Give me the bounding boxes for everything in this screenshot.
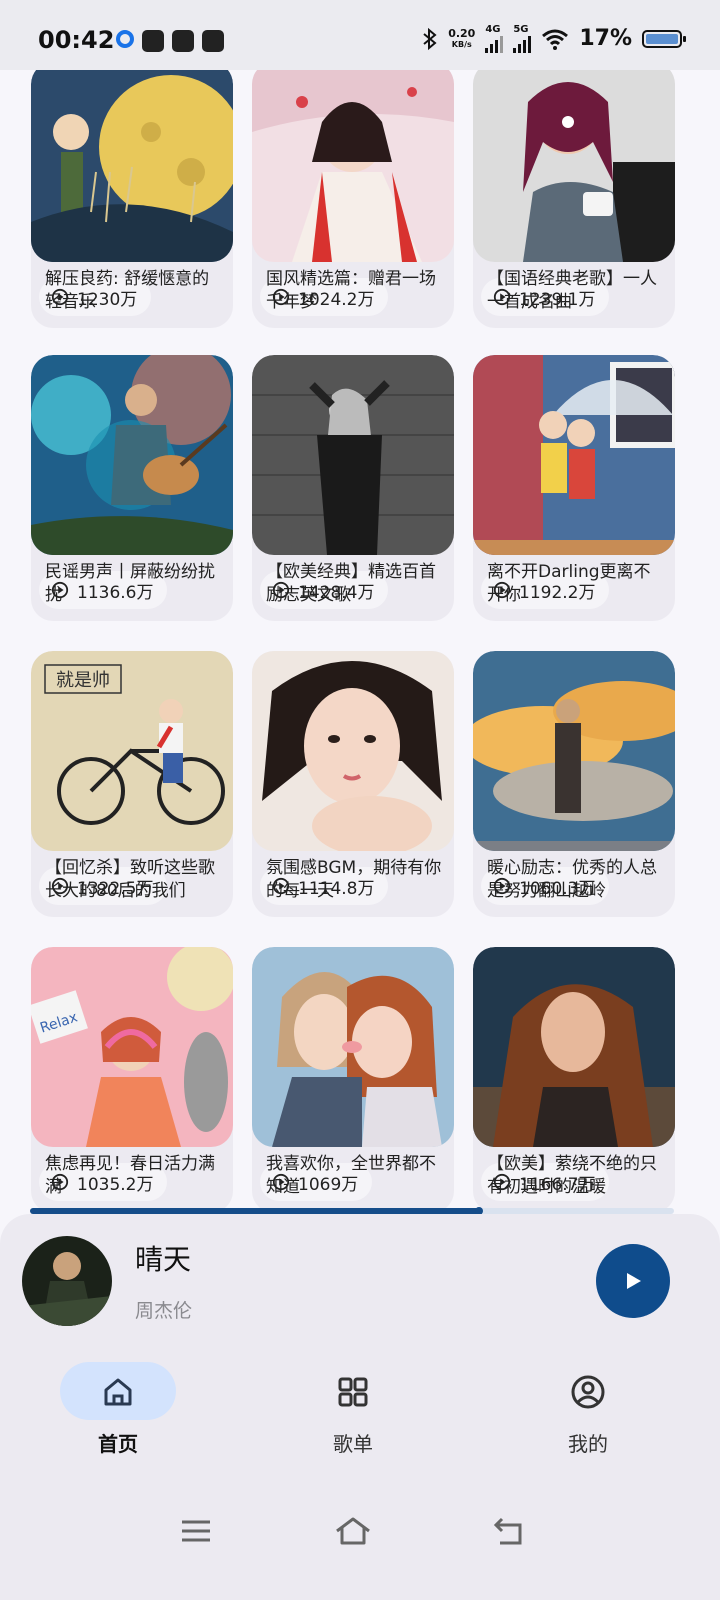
signal-5g: 5G (513, 24, 532, 53)
playlist-card[interactable]: 1166.7万 【欧美】萦绕不绝的只有初遇时的温暖 (473, 947, 675, 1210)
playlist-card[interactable]: 就是帅 1322.5万 【回忆杀】致听这些歌长大的80后的我们 (31, 651, 233, 917)
notification-icons (116, 30, 224, 52)
playlist-cover (252, 70, 454, 262)
playlist-card[interactable]: 1024.2万 国风精选篇：赠君一场千年梦 (252, 70, 454, 328)
playlist-card[interactable]: 1230万 解压良药: 舒缓惬意的轻音乐 (31, 70, 233, 328)
bottom-nav: 首页 歌单 我的 (0, 1360, 720, 1460)
playlist-title: 【欧美】萦绕不绝的只有初遇时的温暖 (487, 1154, 657, 1197)
status-bar: 00:42 0.20 KB/s 4G 5G 17% (0, 0, 720, 70)
playlist-card[interactable]: Relax 1035.2万 焦虑再见！春日活力满满 (31, 947, 233, 1210)
playlist-card[interactable]: 1060.3万 暖心励志：优秀的人总是努力翻山越岭 (473, 651, 675, 917)
playlist-card[interactable]: 1192.2万 离不开Darling更离不开你 (473, 355, 675, 621)
menu-icon[interactable] (176, 1511, 216, 1551)
song-title[interactable]: 晴天 (135, 1238, 191, 1278)
bluetooth-icon (423, 27, 437, 50)
playlist-card[interactable]: 1239.1万 【国语经典老歌】一人一首成名曲 (473, 70, 675, 328)
playlist-card[interactable]: 1114.8万 氛围感BGM，期待有你的每一天 (252, 651, 454, 917)
home-button-icon[interactable] (333, 1511, 373, 1551)
playlist-cover: Relax (31, 947, 233, 1147)
play-icon (627, 1273, 641, 1289)
album-art[interactable] (22, 1236, 112, 1326)
nav-label-playlists: 歌单 (333, 1432, 373, 1456)
playlist-title: 民谣男声丨屏蔽纷纷扰扰 (45, 562, 215, 605)
playlist-title: 离不开Darling更离不开你 (487, 562, 651, 605)
playlist-cover (252, 947, 454, 1147)
playlist-cover (473, 70, 675, 262)
playlist-card[interactable]: 1136.6万 民谣男声丨屏蔽纷纷扰扰 (31, 355, 233, 621)
playlist-title: 氛围感BGM，期待有你的每一天 (266, 858, 442, 901)
app-notification-icon (142, 30, 164, 52)
svg-text:就是帅: 就是帅 (56, 670, 110, 691)
signal-4g: 4G (485, 24, 504, 53)
status-indicators: 0.20 KB/s 4G 5G 17% (422, 24, 686, 53)
playlist-cover (31, 355, 233, 555)
nav-label-home: 首页 (98, 1432, 138, 1456)
playlist-title: 国风精选篇：赠君一场千年梦 (266, 269, 436, 312)
playlist-title: 【国语经典老歌】一人一首成名曲 (487, 269, 657, 312)
battery-icon (642, 29, 686, 48)
playlist-title: 我喜欢你，全世界都不知道 (266, 1154, 436, 1197)
network-speed: 0.20 KB/s (448, 26, 476, 49)
playlist-cover (473, 355, 675, 555)
playlist-title: 解压良药: 舒缓惬意的轻音乐 (45, 269, 210, 312)
wifi-icon (542, 29, 569, 50)
playlist-title: 【欧美经典】精选百首励志英文歌 (266, 562, 436, 605)
playlist-cover (252, 651, 454, 851)
system-nav-bar (0, 1505, 720, 1555)
home-icon (104, 1378, 132, 1406)
playlist-grid: 1230万 解压良药: 舒缓惬意的轻音乐 1024.2万 国风精选篇：赠君一场千… (0, 70, 720, 1210)
play-button[interactable] (596, 1244, 670, 1318)
playlist-card[interactable]: 1069万 我喜欢你，全世界都不知道 (252, 947, 454, 1210)
grid-icon (338, 1377, 368, 1407)
playlist-card[interactable]: 1428.4万 【欧美经典】精选百首励志英文歌 (252, 355, 454, 621)
playlist-cover (252, 355, 454, 555)
app-notification-icon (116, 30, 134, 48)
playlist-cover (473, 651, 675, 851)
playlist-title: 焦虑再见！春日活力满满 (45, 1154, 215, 1197)
app-notification-icon (172, 30, 194, 52)
back-icon[interactable] (490, 1511, 530, 1551)
nav-item-profile[interactable]: 我的 (508, 1360, 668, 1460)
nav-item-home[interactable]: 首页 (38, 1360, 198, 1460)
status-time: 00:42 (38, 26, 115, 54)
song-artist[interactable]: 周杰伦 (135, 1296, 192, 1323)
battery-percent: 17% (579, 26, 632, 51)
playlist-cover (31, 70, 233, 262)
playlist-title: 【回忆杀】致听这些歌长大的80后的我们 (45, 858, 215, 901)
profile-icon (571, 1375, 605, 1409)
app-notification-icon (202, 30, 224, 52)
playlist-cover: 就是帅 (31, 651, 233, 851)
nav-label-profile: 我的 (568, 1432, 608, 1456)
playlist-title: 暖心励志：优秀的人总是努力翻山越岭 (487, 858, 657, 901)
playlist-cover (473, 947, 675, 1147)
nav-item-playlists[interactable]: 歌单 (273, 1360, 433, 1460)
